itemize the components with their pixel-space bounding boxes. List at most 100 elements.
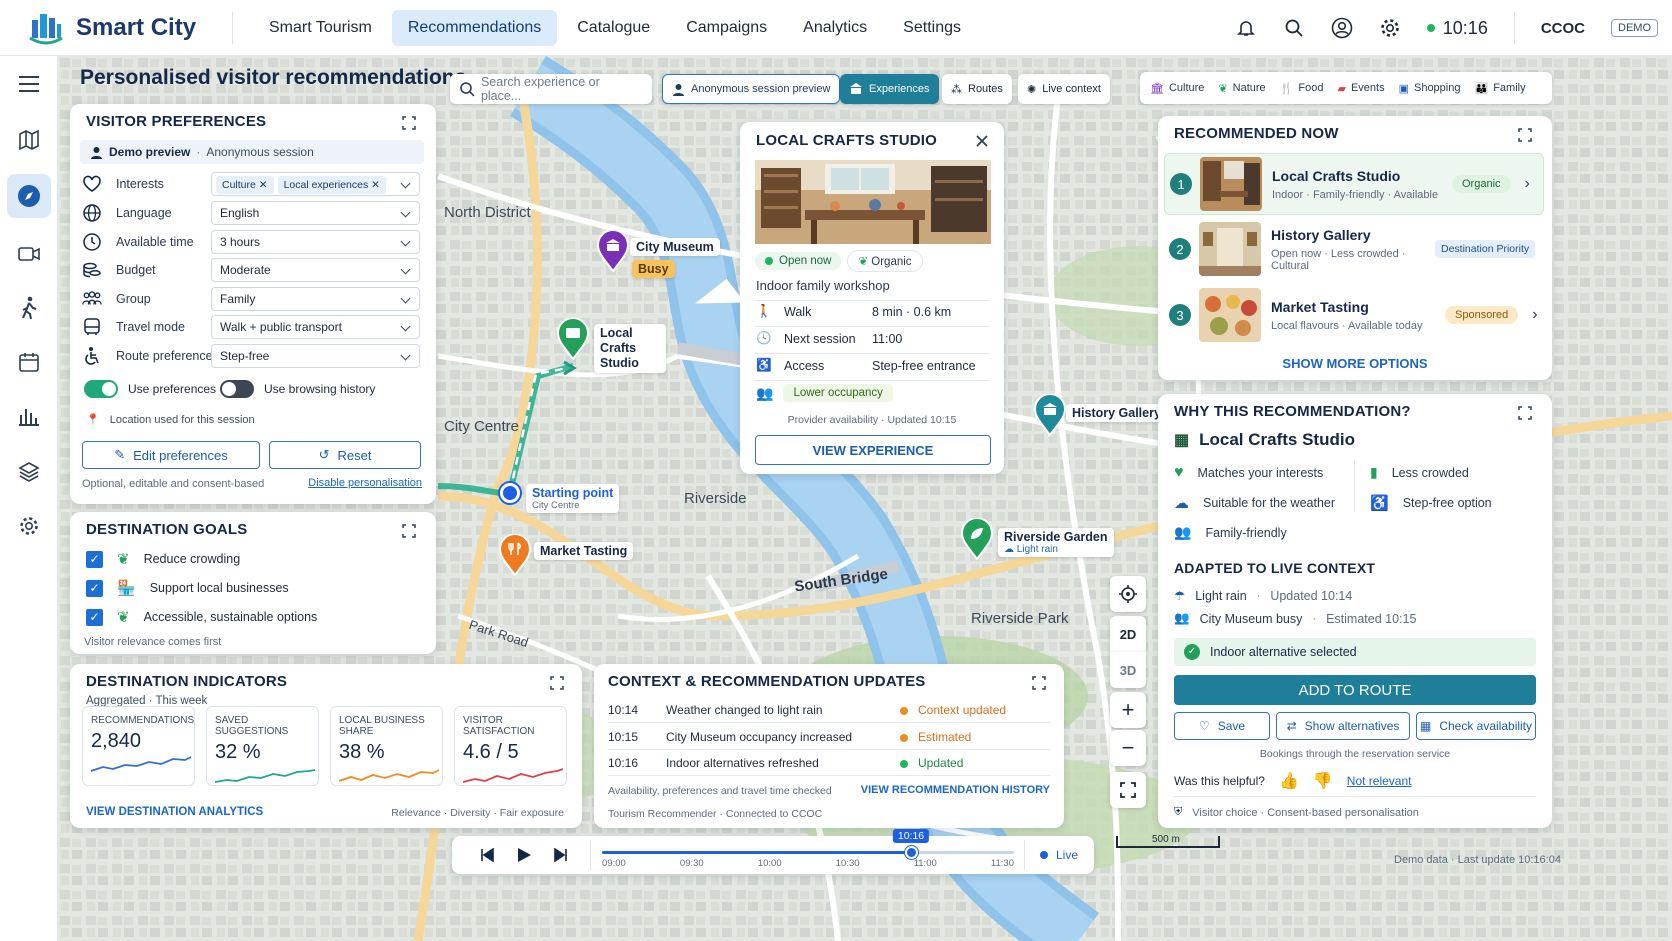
camera-icon[interactable] <box>7 232 51 276</box>
nav-smart-tourism[interactable]: Smart Tourism <box>253 10 388 46</box>
toggle-switch-off[interactable] <box>220 380 254 398</box>
session-preview-button[interactable]: Anonymous session preview <box>662 74 841 104</box>
search-field[interactable]: Search experience or place... <box>450 74 652 104</box>
gear-icon[interactable] <box>1379 17 1401 39</box>
thumbs-up-icon[interactable]: 👍 <box>1279 771 1299 791</box>
zoom-in-button[interactable]: + <box>1110 692 1146 728</box>
interest-chip-local[interactable]: Local experiences ✕ <box>277 176 386 194</box>
nav-settings[interactable]: Settings <box>887 10 977 46</box>
category-events[interactable]: ▰ Events <box>1337 82 1384 95</box>
bar-chart-icon[interactable] <box>7 394 51 438</box>
search-icon[interactable] <box>1283 17 1305 39</box>
start-point-marker[interactable] <box>500 483 520 503</box>
expand-icon[interactable] <box>1518 406 1532 420</box>
chevron-right-icon[interactable]: › <box>1532 306 1537 324</box>
expand-icon[interactable] <box>550 676 564 690</box>
kpi-visitor-satisfaction[interactable]: VISITOR SATISFACTION 4.6 / 5 <box>454 706 567 786</box>
tab-routes[interactable]: ⁂ Routes <box>942 74 1012 104</box>
category-nature[interactable]: ❦ Nature <box>1218 82 1265 95</box>
museum-pin-icon[interactable] <box>596 230 630 272</box>
category-food[interactable]: 🍴 Food <box>1280 82 1324 95</box>
locate-button[interactable] <box>1110 576 1146 612</box>
travel-mode-select[interactable]: Walk + public transport <box>211 315 420 339</box>
zoom-out-button[interactable]: − <box>1110 730 1146 766</box>
calendar-icon[interactable] <box>7 340 51 384</box>
kpi-recommendations[interactable]: RECOMMENDATIONS 2,840 <box>82 706 195 786</box>
timeline-track[interactable]: 10:16 <box>602 829 1014 859</box>
interest-chip-culture[interactable]: Culture ✕ <box>216 176 274 194</box>
category-shopping[interactable]: ▣ Shopping <box>1399 82 1461 95</box>
toggle-use-preferences[interactable]: Use preferences <box>84 380 216 398</box>
status-dot <box>900 734 908 742</box>
expand-icon[interactable] <box>1032 676 1046 690</box>
kpi-local-business-share[interactable]: LOCAL BUSINESS SHARE 38 % <box>330 706 443 786</box>
disable-personalisation-link[interactable]: Disable personalisation <box>308 477 422 489</box>
menu-icon[interactable] <box>7 62 51 106</box>
toggle-browsing-history[interactable]: Use browsing history <box>220 380 375 398</box>
check-availability-button[interactable]: ▦ Check availability <box>1416 712 1536 740</box>
app-logo[interactable]: Smart City <box>0 8 232 48</box>
nav-campaigns[interactable]: Campaigns <box>670 10 783 46</box>
goal-item[interactable]: ✓ 🏪 Support local businesses <box>86 579 289 597</box>
fullscreen-button[interactable] <box>1110 772 1146 808</box>
user-icon[interactable] <box>1331 17 1353 39</box>
bell-icon[interactable] <box>1235 17 1257 39</box>
gallery-pin-icon[interactable] <box>1033 394 1067 436</box>
play-icon[interactable] <box>516 847 532 863</box>
view-destination-analytics-link[interactable]: VIEW DESTINATION ANALYTICS <box>86 806 263 818</box>
category-culture[interactable]: 🏛 Culture <box>1150 82 1204 95</box>
save-button[interactable]: ♡ Save <box>1174 712 1270 740</box>
not-relevant-link[interactable]: Not relevant <box>1347 774 1412 788</box>
expand-icon[interactable] <box>402 116 416 130</box>
food-pin-icon[interactable] <box>498 534 532 576</box>
route-select[interactable]: Step-free <box>211 344 420 368</box>
bars-icon: ▮ <box>1370 464 1378 480</box>
expand-icon[interactable] <box>402 524 416 538</box>
settings-icon[interactable] <box>7 504 51 548</box>
expand-icon[interactable] <box>1518 128 1532 142</box>
tab-live-context[interactable]: ✺ Live context <box>1018 74 1110 104</box>
nav-analytics[interactable]: Analytics <box>787 10 883 46</box>
toggle-switch-on[interactable] <box>84 380 118 398</box>
live-button[interactable]: Live <box>1040 848 1078 862</box>
view-experience-button[interactable]: VIEW EXPERIENCE <box>755 435 991 465</box>
edit-preferences-button[interactable]: ✎ Edit preferences <box>82 441 260 469</box>
walking-icon[interactable] <box>7 286 51 330</box>
goal-item[interactable]: ✓ ❦ Reduce crowding <box>86 550 240 568</box>
nav-catalogue[interactable]: Catalogue <box>561 10 666 46</box>
tab-experiences[interactable]: Experiences <box>840 74 939 104</box>
layers-icon[interactable] <box>7 450 51 494</box>
recommendation-item[interactable]: 1 Local Crafts Studio Indoor · Family-fr… <box>1164 153 1544 215</box>
compass-icon[interactable] <box>7 174 51 218</box>
checkbox-checked[interactable]: ✓ <box>86 608 103 626</box>
group-select[interactable]: Family <box>211 287 420 311</box>
reset-button[interactable]: ↺ Reset <box>269 441 421 469</box>
recommendation-item[interactable]: 3 Market Tasting Local flavours · Availa… <box>1164 284 1544 346</box>
kpi-saved-suggestions[interactable]: SAVED SUGGESTIONS 32 % <box>206 706 319 786</box>
view-2d-button[interactable]: 2D <box>1110 616 1146 652</box>
clock-icon: 🕓 <box>756 331 772 345</box>
skip-back-icon[interactable] <box>480 848 494 862</box>
show-alternatives-button[interactable]: ⇄ Show alternatives <box>1276 712 1410 740</box>
map-icon[interactable] <box>7 118 51 162</box>
checkbox-checked[interactable]: ✓ <box>86 550 103 568</box>
budget-select[interactable]: Moderate <box>211 258 420 282</box>
crafts-pin-icon[interactable] <box>556 318 590 360</box>
view-history-link[interactable]: VIEW RECOMMENDATION HISTORY <box>861 784 1050 796</box>
goal-item[interactable]: ✓ ❦ Accessible, sustainable options <box>86 608 317 626</box>
show-more-options-link[interactable]: SHOW MORE OPTIONS <box>1158 356 1552 371</box>
skip-forward-icon[interactable] <box>554 848 568 862</box>
category-family[interactable]: 👪 Family <box>1474 82 1525 95</box>
thumbs-down-icon[interactable]: 👎 <box>1313 771 1333 791</box>
interests-select[interactable]: Culture ✕ Local experiences ✕ <box>211 172 420 196</box>
checkbox-checked[interactable]: ✓ <box>86 579 103 597</box>
recommendation-item[interactable]: 2 History Gallery Open now · Less crowde… <box>1164 218 1544 280</box>
garden-pin-icon[interactable] <box>960 518 994 560</box>
chevron-right-icon[interactable]: › <box>1525 175 1530 193</box>
language-select[interactable]: English <box>211 201 420 225</box>
time-select[interactable]: 3 hours <box>211 230 420 254</box>
view-3d-button[interactable]: 3D <box>1110 652 1146 688</box>
nav-recommendations[interactable]: Recommendations <box>391 9 558 46</box>
add-to-route-button[interactable]: ADD TO ROUTE <box>1174 675 1536 705</box>
close-icon[interactable] <box>976 135 988 147</box>
